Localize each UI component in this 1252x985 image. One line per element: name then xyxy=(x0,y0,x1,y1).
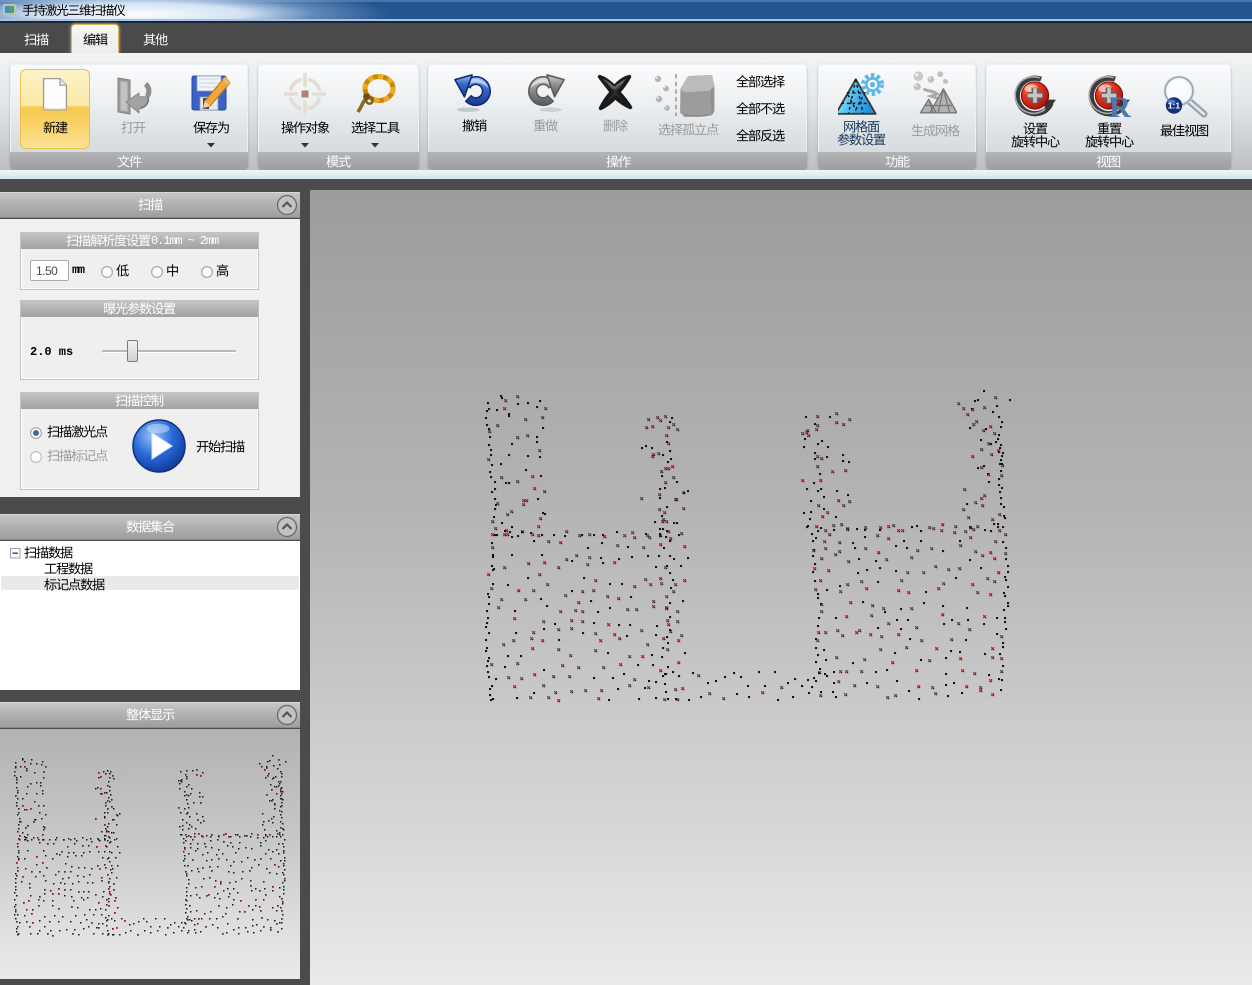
svg-text:R: R xyxy=(1109,91,1131,122)
svg-text:1:1: 1:1 xyxy=(1168,101,1181,111)
